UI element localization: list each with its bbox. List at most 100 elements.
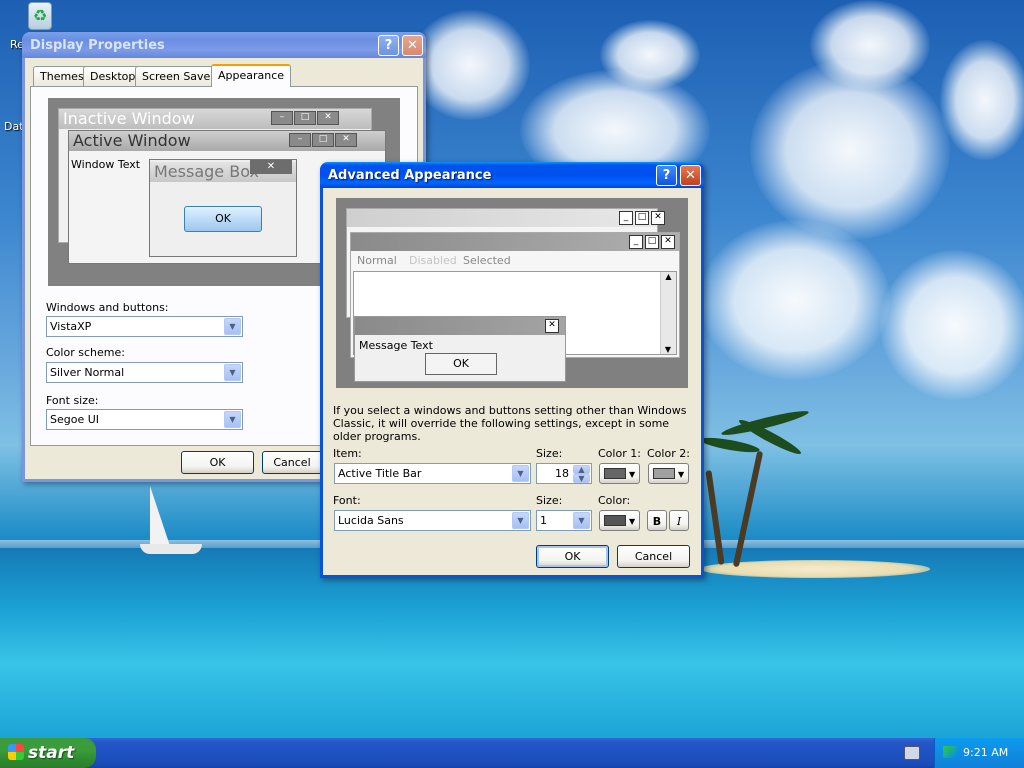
preview-menu-disabled: Disabled [409,254,457,267]
spin-down-icon[interactable]: ▼ [573,474,590,483]
network-icon[interactable] [943,746,957,758]
close-button[interactable]: ✕ [402,35,423,56]
spin-up-icon[interactable]: ▲ [573,465,590,474]
keyboard-icon[interactable] [904,746,920,760]
preview-message-box-title [355,317,565,335]
font-size-value: Segoe UI [50,413,100,426]
color-scheme-dropdown[interactable]: Silver Normal ▼ [46,362,243,383]
sailboat [150,486,170,546]
tab-desktop[interactable]: Desktop [83,66,143,86]
start-label: start [28,743,75,763]
chevron-down-icon[interactable]: ▼ [512,512,529,529]
windows-logo-icon [8,744,24,760]
color2-picker[interactable]: ▼ [648,463,689,484]
advanced-preview: _ □ ✕ _ □ ✕ Normal Disabled Selected ▲ ▼… [336,198,688,388]
windows-buttons-dropdown[interactable]: VistaXP ▼ [46,316,243,337]
preview-ok-button: OK [184,206,262,232]
recycle-bin-icon[interactable]: ♻ [28,2,52,30]
close-icon: ✕ [250,160,292,174]
chevron-down-icon[interactable]: ▼ [512,465,529,482]
cloud [410,10,530,120]
chevron-down-icon[interactable]: ▼ [224,364,241,381]
color1-label: Color 1: [598,447,641,460]
cloud [700,220,890,380]
close-icon: ✕ [661,235,675,249]
font-size-label: Size: [536,494,563,507]
advanced-appearance-titlebar[interactable]: Advanced Appearance [320,162,704,188]
font-color-label: Color: [598,494,631,507]
maximize-icon: □ [645,235,659,249]
chevron-down-icon: ▼ [629,517,636,526]
window-title: Display Properties [30,38,165,53]
item-dropdown[interactable]: Active Title Bar ▼ [334,463,531,484]
chevron-down-icon: ▼ [678,470,685,479]
color1-swatch [604,468,626,479]
preview-message-box: Message Box ✕ OK [149,159,297,257]
start-button[interactable]: start [0,738,96,768]
font-color-picker[interactable]: ▼ [599,510,640,531]
minimize-icon: _ [619,211,633,225]
help-button[interactable]: ? [656,165,677,186]
maximize-icon: □ [635,211,649,225]
preview-active-caption-buttons: _ □ ✕ [629,235,675,249]
sailboat-hull [140,544,202,554]
preview-inactive-title [347,209,657,227]
preview-inactive-caption-buttons: – □ ✕ [271,111,339,125]
windows-buttons-value: VistaXP [50,320,92,333]
chevron-down-icon[interactable]: ▼ [224,318,241,335]
advanced-cancel-button[interactable]: Cancel [617,545,690,568]
font-dropdown[interactable]: Lucida Sans ▼ [334,510,531,531]
preview-menu-normal: Normal [357,254,397,267]
scroll-up-icon: ▲ [665,272,672,281]
font-value: Lucida Sans [338,514,404,527]
font-size-label: Font size: [46,394,99,407]
advanced-ok-button[interactable]: OK [536,545,609,568]
item-value: Active Title Bar [338,467,422,480]
preview-scrollbar: ▲ ▼ [660,272,676,354]
font-label: Font: [333,494,361,507]
preview-active-caption-buttons: – □ ✕ [289,133,357,147]
close-icon: ✕ [651,211,665,225]
preview-window-text: Window Text [71,158,141,171]
preview-inactive-caption-buttons: _ □ ✕ [619,211,665,225]
italic-button[interactable]: I [669,510,689,531]
chevron-down-icon[interactable]: ▼ [224,411,241,428]
color-scheme-label: Color scheme: [46,346,125,359]
item-label: Item: [333,447,362,460]
clock[interactable]: 9:21 AM [963,746,1008,759]
display-ok-button[interactable]: OK [181,451,254,474]
font-size-dropdown[interactable]: Segoe UI ▼ [46,409,243,430]
color1-picker[interactable]: ▼ [599,463,640,484]
size-value: 18 [555,467,569,480]
minimize-icon: _ [629,235,643,249]
taskbar [0,738,1024,768]
close-button[interactable]: ✕ [680,165,701,186]
cloud [810,0,930,90]
size-label: Size: [536,447,563,460]
advanced-note: If you select a windows and buttons sett… [333,404,687,443]
color-scheme-value: Silver Normal [50,366,125,379]
display-cancel-button[interactable]: Cancel [262,451,322,474]
font-size-combo[interactable]: 1 ▼ [536,510,592,531]
system-tray: 9:21 AM [934,738,1024,768]
help-button[interactable]: ? [378,35,399,56]
display-properties-titlebar[interactable]: Display Properties [22,32,426,58]
close-icon: ✕ [545,319,559,333]
cloud [940,40,1024,160]
size-spinner[interactable]: 18 ▲ ▼ [536,463,592,484]
chevron-down-icon[interactable]: ▼ [573,512,590,529]
window-title: Advanced Appearance [328,168,492,183]
preview-message-text: Message Text [359,339,433,352]
color2-swatch [653,468,675,479]
windows-buttons-label: Windows and buttons: [46,301,169,314]
chevron-down-icon: ▼ [629,470,636,479]
tab-appearance[interactable]: Appearance [211,64,292,87]
font-size-value: 1 [540,514,547,527]
cloud [600,20,700,90]
scroll-down-icon: ▼ [664,345,672,354]
preview-menu-selected: Selected [463,254,511,267]
palm-leaf [699,434,761,456]
bold-button[interactable]: B [647,510,667,531]
tab-screen-saver[interactable]: Screen Saver [135,66,222,86]
preview-ok-button: OK [425,353,497,375]
